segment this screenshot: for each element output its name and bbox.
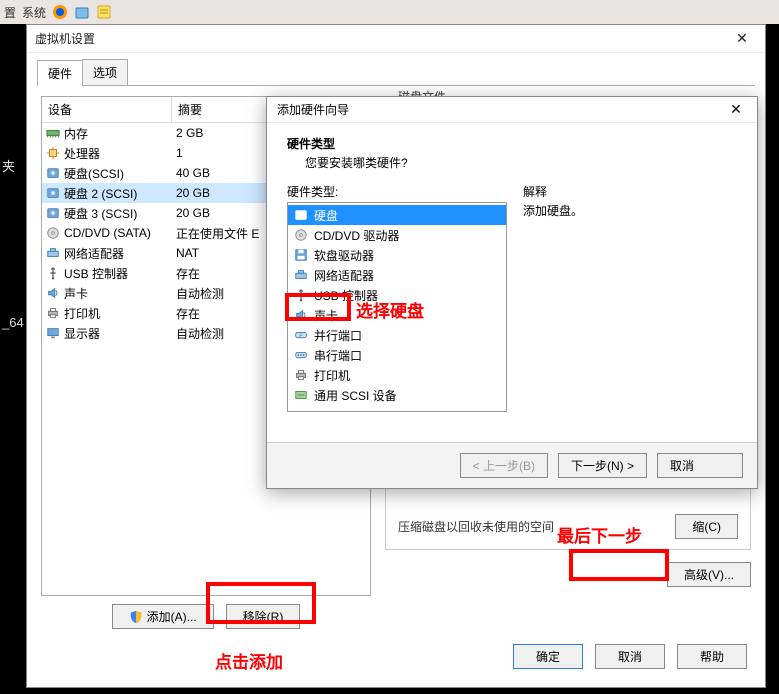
- device-name: 显示器: [64, 325, 100, 342]
- hw-type-label: USB 控制器: [314, 287, 378, 304]
- wizard-close-icon[interactable]: ✕: [721, 101, 751, 118]
- cancel-button[interactable]: 取消: [595, 644, 665, 669]
- cd-icon: [294, 228, 308, 242]
- device-name: 打印机: [64, 305, 100, 322]
- nautilus-icon[interactable]: [74, 4, 90, 20]
- ok-button[interactable]: 确定: [513, 644, 583, 669]
- window-titlebar: 虚拟机设置 ✕: [27, 25, 765, 53]
- compress-desc: 压缩磁盘以回收未使用的空间: [398, 518, 554, 535]
- remove-button[interactable]: 移除(R): [226, 604, 301, 629]
- hw-type-item[interactable]: 网络适配器: [288, 265, 506, 285]
- hw-type-list[interactable]: 硬盘 CD/DVD 驱动器软盘驱动器网络适配器 USB 控制器声卡 P 并行端口串行端口…: [287, 202, 507, 412]
- hw-type-item[interactable]: 通用 SCSI 设备: [288, 385, 506, 405]
- hw-type-item[interactable]: 软盘驱动器: [288, 245, 506, 265]
- wizard-title: 添加硬件向导: [277, 101, 349, 118]
- menu-item-2[interactable]: 系统: [22, 4, 46, 21]
- device-name: 硬盘 2 (SCSI): [64, 185, 137, 202]
- cd-icon: [46, 226, 60, 240]
- usb-icon: [46, 266, 60, 280]
- device-name: CD/DVD (SATA): [64, 226, 151, 240]
- explain-label: 解释: [523, 183, 737, 200]
- device-name: 硬盘(SCSI): [64, 165, 124, 182]
- sound-icon: [46, 286, 60, 300]
- device-name: 硬盘 3 (SCSI): [64, 205, 137, 222]
- sound-icon: [294, 308, 308, 322]
- device-name: 内存: [64, 125, 88, 142]
- tab-options[interactable]: 选项: [82, 59, 128, 85]
- col-device: 设备: [42, 97, 172, 122]
- hw-type-item[interactable]: CD/DVD 驱动器: [288, 225, 506, 245]
- hw-type-label: 并行端口: [314, 327, 362, 344]
- next-button[interactable]: 下一步(N) >: [558, 453, 647, 478]
- memory-icon: [46, 126, 60, 140]
- add-button-label: 添加(A)...: [147, 608, 197, 625]
- firefox-icon[interactable]: [52, 4, 68, 20]
- net-icon: [46, 246, 60, 260]
- back-button: < 上一步(B): [460, 453, 548, 478]
- disk-icon: [46, 166, 60, 180]
- wizard-heading: 硬件类型: [287, 135, 737, 152]
- hw-type-item[interactable]: 打印机: [288, 365, 506, 385]
- shield-icon: [129, 610, 143, 624]
- side-label-2: _64: [2, 315, 24, 330]
- side-label-1: 夹: [2, 156, 24, 175]
- hw-type-item[interactable]: 硬盘: [288, 205, 506, 225]
- device-name: 网络适配器: [64, 245, 124, 262]
- hw-type-label: 打印机: [314, 367, 350, 384]
- device-name: 声卡: [64, 285, 88, 302]
- desktop-side-labels: 夹 _64: [0, 150, 26, 336]
- wizard-footer: < 上一步(B) 下一步(N) > 取消: [267, 442, 757, 488]
- printer-icon: [46, 306, 60, 320]
- floppy-icon: [294, 248, 308, 262]
- wizard-cancel-button[interactable]: 取消: [657, 453, 743, 478]
- svg-text:P: P: [299, 334, 303, 340]
- menu-item-1[interactable]: 置: [4, 4, 16, 21]
- close-icon[interactable]: ✕: [727, 30, 757, 47]
- window-title: 虚拟机设置: [35, 30, 95, 47]
- disk-icon: [46, 206, 60, 220]
- note-icon[interactable]: [96, 4, 112, 20]
- hw-type-item[interactable]: 串行端口: [288, 345, 506, 365]
- scsi-icon: [294, 388, 308, 402]
- help-button[interactable]: 帮助: [677, 644, 747, 669]
- explain-text: 添加硬盘。: [523, 202, 737, 219]
- hw-type-item[interactable]: 声卡: [288, 305, 506, 325]
- disk-icon: [46, 186, 60, 200]
- net-icon: [294, 268, 308, 282]
- tab-hardware[interactable]: 硬件: [37, 60, 83, 86]
- desktop-menubar: 置 系统: [0, 0, 779, 24]
- hw-type-label: 网络适配器: [314, 267, 374, 284]
- add-hardware-wizard: 添加硬件向导 ✕ 硬件类型 您要安装哪类硬件? 硬件类型: 硬盘 CD/DVD 驱…: [266, 96, 758, 489]
- hw-type-label: 声卡: [314, 307, 338, 324]
- hw-type-label: CD/DVD 驱动器: [314, 227, 399, 244]
- settings-footer: 确定 取消 帮助: [27, 636, 765, 677]
- advanced-button[interactable]: 高级(V)...: [667, 562, 751, 587]
- hw-type-label: 软盘驱动器: [314, 247, 374, 264]
- hw-type-label: 通用 SCSI 设备: [314, 387, 397, 404]
- hw-type-label: 硬件类型:: [287, 183, 507, 200]
- hw-type-label: 硬盘: [314, 207, 338, 224]
- hw-type-item[interactable]: USB 控制器: [288, 285, 506, 305]
- device-name: USB 控制器: [64, 265, 128, 282]
- tab-strip: 硬件 选项: [37, 59, 755, 86]
- display-icon: [46, 326, 60, 340]
- printer-icon: [294, 368, 308, 382]
- cpu-icon: [46, 146, 60, 160]
- compress-button[interactable]: 缩(C): [675, 514, 738, 539]
- usb-icon: [294, 288, 308, 302]
- add-button[interactable]: 添加(A)...: [112, 604, 214, 629]
- serial-icon: [294, 348, 308, 362]
- parallel-icon: P: [294, 328, 308, 342]
- hw-type-item[interactable]: P 并行端口: [288, 325, 506, 345]
- hw-type-label: 串行端口: [314, 347, 362, 364]
- wizard-titlebar: 添加硬件向导 ✕: [267, 97, 757, 123]
- wizard-subheading: 您要安装哪类硬件?: [305, 154, 737, 171]
- device-name: 处理器: [64, 145, 100, 162]
- disk-icon: [294, 208, 308, 222]
